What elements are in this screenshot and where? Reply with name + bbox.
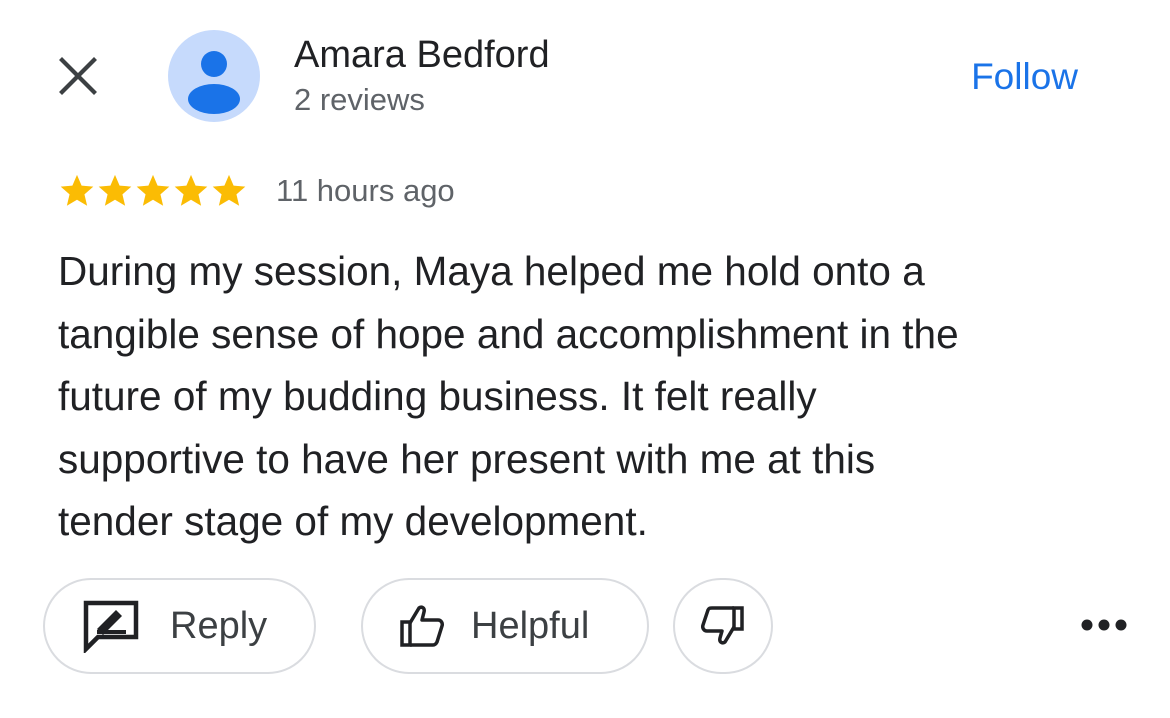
review-text-line: supportive to have her present with me a… [58, 435, 876, 482]
author-name[interactable]: Amara Bedford [294, 32, 550, 78]
close-icon [58, 56, 98, 101]
helpful-label: Helpful [471, 605, 590, 647]
more-horiz-icon [1080, 618, 1128, 637]
avatar[interactable] [168, 30, 260, 122]
follow-button[interactable]: Follow [971, 54, 1078, 100]
star-icon [212, 174, 246, 206]
not-helpful-button[interactable] [673, 578, 773, 674]
star-icon [60, 174, 94, 206]
review-count: 2 reviews [294, 82, 425, 117]
star-icon [174, 174, 208, 206]
helpful-button[interactable]: Helpful [361, 578, 649, 674]
review-text-line: future of my budding business. It felt r… [58, 373, 817, 419]
review-text-line: tender stage of my development. [58, 498, 648, 544]
person-icon [188, 51, 240, 114]
review-text-line: During my session, Maya helped me hold o… [58, 248, 925, 294]
review-text: During my session, Maya helped me hold o… [58, 240, 1118, 553]
star-icon [98, 174, 132, 206]
reply-icon [82, 599, 140, 653]
star-icon [136, 174, 170, 206]
more-options-button[interactable] [1074, 604, 1134, 650]
star-rating [58, 172, 248, 210]
reply-button[interactable]: Reply [43, 578, 316, 674]
thumbs-up-icon [399, 604, 445, 648]
close-button[interactable] [52, 52, 104, 104]
review-time: 11 hours ago [276, 173, 455, 208]
review-text-line: tangible sense of hope and accomplishmen… [58, 310, 959, 357]
thumbs-down-icon [701, 605, 745, 647]
reply-label: Reply [170, 605, 268, 647]
rating-row: 11 hours ago [58, 168, 455, 214]
